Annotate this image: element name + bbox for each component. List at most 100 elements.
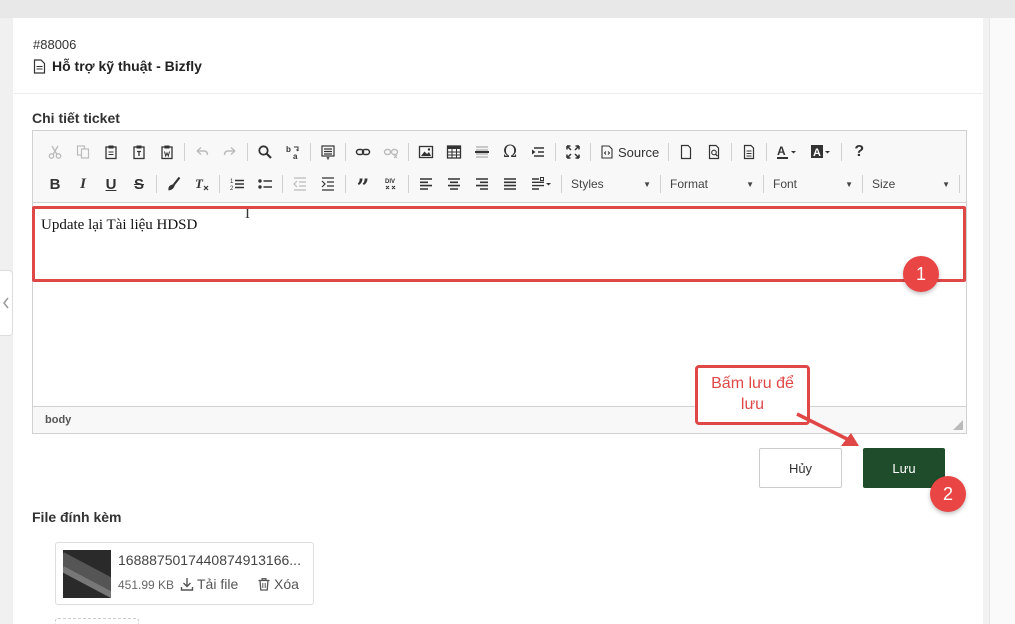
- toolbar-separator: [668, 143, 670, 161]
- align-left-icon: [420, 178, 432, 190]
- justify-button[interactable]: [496, 172, 524, 196]
- header-divider: [13, 93, 983, 94]
- source-button[interactable]: Source: [594, 140, 665, 164]
- styles-dropdown[interactable]: Styles ▼: [565, 172, 657, 196]
- download-label: Tải file: [197, 576, 239, 592]
- underline-button[interactable]: U: [97, 172, 125, 196]
- redo-button[interactable]: [216, 140, 244, 164]
- special-char-button[interactable]: Ω: [496, 140, 524, 164]
- text-color-icon: A: [777, 144, 797, 159]
- remove-format-button[interactable]: T: [188, 172, 216, 196]
- div-container-icon: DIV: [385, 179, 396, 190]
- attachment-file-size: 451.99 KB: [118, 578, 175, 592]
- help-button[interactable]: ?: [845, 140, 873, 164]
- horizontal-line-button[interactable]: [468, 140, 496, 164]
- toolbar-separator: [408, 175, 409, 193]
- download-icon: [180, 578, 194, 591]
- indent-icon: [321, 177, 334, 191]
- source-label: Source: [618, 144, 660, 160]
- outdent-button[interactable]: [286, 172, 314, 196]
- copy-button[interactable]: [69, 140, 97, 164]
- toolbar-row-1: ba Ω Source A A ?: [41, 138, 873, 166]
- dropdown-arrow-icon: ▼: [845, 179, 853, 189]
- page-break-button[interactable]: [524, 140, 552, 164]
- arrow-icon: [796, 412, 859, 446]
- replace-button[interactable]: ba: [279, 140, 307, 164]
- text-color-button[interactable]: A: [770, 140, 804, 164]
- redo-icon: [223, 146, 236, 156]
- delete-file-button[interactable]: Xóa: [257, 576, 299, 592]
- align-center-icon: [448, 178, 460, 190]
- unlink-button[interactable]: [377, 140, 405, 164]
- svg-text:A: A: [813, 147, 821, 159]
- element-path[interactable]: body: [45, 414, 71, 426]
- bg-color-button[interactable]: A: [804, 140, 838, 164]
- attachment-file-name[interactable]: 1688875017440874913166...: [118, 552, 308, 568]
- templates-icon: [744, 144, 755, 160]
- cancel-button[interactable]: Hủy: [759, 448, 842, 488]
- toolbar-separator: [345, 143, 346, 161]
- copy-format-button[interactable]: [160, 172, 188, 196]
- link-button[interactable]: [349, 140, 377, 164]
- rich-text-editor: ba Ω Source A A ? B I U S T 1 2 ” DIV St…: [32, 130, 967, 434]
- svg-text:b: b: [286, 145, 291, 154]
- strikethrough-button[interactable]: S: [125, 172, 153, 196]
- new-page-button[interactable]: [672, 140, 700, 164]
- toolbar-separator: [219, 175, 220, 193]
- text-direction-button[interactable]: [524, 172, 558, 196]
- templates-button[interactable]: [735, 140, 763, 164]
- find-button[interactable]: [251, 140, 279, 164]
- toolbar-separator: [247, 143, 248, 161]
- italic-button[interactable]: I: [69, 172, 97, 196]
- collapse-sidebar-tab[interactable]: [0, 270, 13, 336]
- create-div-button[interactable]: DIV: [377, 172, 405, 196]
- paste-text-button[interactable]: [125, 140, 153, 164]
- maximize-button[interactable]: [559, 140, 587, 164]
- bulleted-list-button[interactable]: [251, 172, 279, 196]
- undo-icon: [196, 146, 209, 156]
- upload-dropzone[interactable]: [55, 618, 139, 624]
- align-right-button[interactable]: [468, 172, 496, 196]
- cut-button[interactable]: [41, 140, 69, 164]
- download-file-button[interactable]: Tải file: [180, 576, 238, 592]
- select-all-icon: [321, 145, 335, 160]
- dropdown-arrow-icon: ▼: [746, 179, 754, 189]
- document-icon: [33, 58, 46, 74]
- toolbar-separator: [841, 143, 843, 161]
- chevron-left-icon: [3, 297, 9, 309]
- format-dropdown-label: Format: [670, 177, 709, 191]
- undo-button[interactable]: [188, 140, 216, 164]
- align-left-button[interactable]: [412, 172, 440, 196]
- align-right-icon: [476, 178, 488, 190]
- toolbar-separator: [660, 175, 661, 193]
- align-center-button[interactable]: [440, 172, 468, 196]
- bold-button[interactable]: B: [41, 172, 69, 196]
- font-dropdown[interactable]: Font ▼: [767, 172, 859, 196]
- format-dropdown[interactable]: Format ▼: [664, 172, 760, 196]
- toolbar-separator: [590, 143, 591, 161]
- table-button[interactable]: [440, 140, 468, 164]
- image-button[interactable]: [412, 140, 440, 164]
- toolbar-row-2: B I U S T 12 ” DIV Styles ▼ Format ▼ Fon…: [41, 170, 963, 201]
- select-all-button[interactable]: [314, 140, 342, 164]
- attachments-label: File đính kèm: [32, 509, 122, 525]
- preview-button[interactable]: [700, 140, 728, 164]
- source-code-icon: [601, 145, 613, 159]
- resize-grip-icon[interactable]: [953, 420, 963, 430]
- indent-button[interactable]: [314, 172, 342, 196]
- replace-icon: ba: [286, 145, 299, 160]
- svg-text:A: A: [777, 144, 786, 158]
- dropdown-arrow-icon: ▼: [942, 179, 950, 189]
- attachment-thumbnail[interactable]: [63, 550, 111, 598]
- top-strip: [0, 0, 1015, 18]
- numbered-list-button[interactable]: 12: [223, 172, 251, 196]
- size-dropdown[interactable]: Size ▼: [866, 172, 956, 196]
- paste-word-button[interactable]: [153, 140, 181, 164]
- paste-button[interactable]: [97, 140, 125, 164]
- save-button[interactable]: Lưu: [863, 448, 945, 488]
- link-icon: [355, 148, 371, 156]
- blockquote-button[interactable]: ”: [349, 172, 377, 201]
- step-badge-2: 2: [930, 476, 966, 512]
- toolbar-separator: [763, 175, 764, 193]
- paste-word-icon: [161, 145, 173, 160]
